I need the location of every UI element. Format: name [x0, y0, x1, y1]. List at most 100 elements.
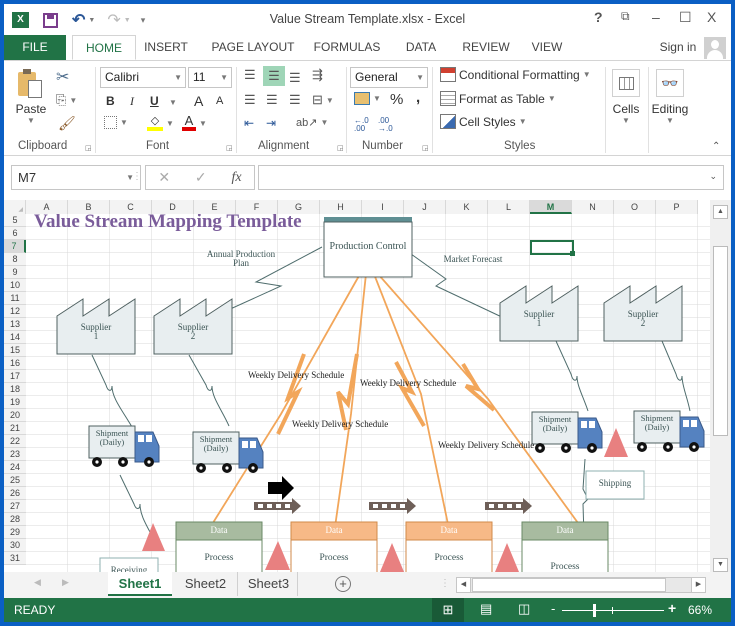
column-header-c[interactable]: C [110, 200, 152, 214]
row-header-29[interactable]: 29 [4, 526, 26, 539]
row-header-19[interactable]: 19 [4, 396, 26, 409]
tab-formulas[interactable]: FORMULAS [312, 35, 382, 60]
sheet-tab-sheet1[interactable]: Sheet1 [108, 572, 172, 596]
sheet-tab-sheet3[interactable]: Sheet3 [240, 572, 298, 596]
format-painter-icon[interactable]: 🖌 [58, 115, 76, 132]
accounting-format-button[interactable]: ▼ [354, 92, 381, 105]
vertical-scroll-thumb[interactable] [713, 246, 728, 436]
row-header-28[interactable]: 28 [4, 513, 26, 526]
row-header-14[interactable]: 14 [4, 331, 26, 344]
row-header-27[interactable]: 27 [4, 500, 26, 513]
row-header-18[interactable]: 18 [4, 383, 26, 396]
cell-styles-button[interactable]: Cell Styles ▼ [440, 114, 527, 129]
align-right-icon[interactable]: ☰ [289, 92, 301, 108]
row-header-17[interactable]: 17 [4, 370, 26, 383]
align-center-icon[interactable]: ☰ [266, 92, 278, 108]
sheet-tab-sheet2[interactable]: Sheet2 [174, 572, 238, 596]
increase-font-size-button[interactable]: A [194, 93, 203, 109]
row-header-16[interactable]: 16 [4, 357, 26, 370]
row-header-30[interactable]: 30 [4, 539, 26, 552]
column-header-o[interactable]: O [614, 200, 656, 214]
wrap-text-icon[interactable]: ⇶ [312, 67, 323, 83]
row-header-13[interactable]: 13 [4, 318, 26, 331]
name-box[interactable]: M7 ▼ [11, 165, 141, 190]
percent-style-button[interactable]: % [390, 91, 403, 108]
row-header-25[interactable]: 25 [4, 474, 26, 487]
bottom-align-icon[interactable]: ☰ [289, 70, 301, 86]
tab-page-layout[interactable]: PAGE LAYOUT [206, 35, 300, 60]
row-header-15[interactable]: 15 [4, 344, 26, 357]
column-header-j[interactable]: J [404, 200, 446, 214]
process-box[interactable] [290, 521, 378, 572]
column-header-a[interactable]: A [26, 200, 68, 214]
production-control-box[interactable] [323, 221, 413, 278]
row-header-12[interactable]: 12 [4, 305, 26, 318]
help-icon[interactable]: ? [594, 9, 603, 25]
number-format-combo[interactable]: General ▼ [350, 67, 428, 88]
sign-in-link[interactable]: Sign in [656, 35, 700, 60]
worksheet-grid[interactable]: ABCDEFGHIJKLMNOP 5 6 7 8 9 10 11 12 13 14 15 16 17 18… [4, 200, 731, 572]
align-left-icon[interactable]: ☰ [244, 92, 256, 108]
process-box[interactable] [175, 521, 263, 572]
zoom-out-button[interactable]: - [551, 601, 555, 616]
paste-dropdown-icon[interactable]: ▼ [12, 116, 50, 125]
row-header-7[interactable]: 7 [4, 240, 26, 253]
zoom-level[interactable]: 66% [688, 603, 712, 617]
prev-sheet-icon[interactable]: ◀ [34, 577, 41, 588]
column-header-g[interactable]: G [278, 200, 320, 214]
user-avatar-icon[interactable] [704, 37, 726, 59]
row-header-20[interactable]: 20 [4, 409, 26, 422]
normal-view-button[interactable]: ⊞ [432, 598, 464, 622]
row-header-31[interactable]: 31 [4, 552, 26, 565]
row-header-10[interactable]: 10 [4, 279, 26, 292]
expand-formula-bar-icon[interactable]: ⌄ [709, 171, 717, 182]
top-align-icon[interactable]: ☰ [244, 67, 256, 83]
merge-center-button[interactable]: ⊟ ▼ [312, 92, 334, 108]
column-header-n[interactable]: N [572, 200, 614, 214]
zoom-slider[interactable] [562, 604, 664, 617]
tab-data[interactable]: DATA [401, 35, 441, 60]
middle-align-icon[interactable]: ☰ [263, 66, 285, 86]
tab-insert[interactable]: INSERT [140, 35, 192, 60]
enter-icon[interactable]: ✓ [195, 169, 207, 186]
column-header-m[interactable]: M [530, 200, 572, 214]
select-all-corner[interactable]: ◢ [4, 200, 26, 214]
shipment-truck[interactable] [531, 411, 603, 453]
receiving-box[interactable] [99, 557, 159, 572]
fill-color-button[interactable]: ◇ ▼ [147, 115, 174, 131]
row-header-23[interactable]: 23 [4, 448, 26, 461]
horizontal-scrollbar[interactable]: ◀ ▶ [456, 577, 706, 593]
page-layout-view-button[interactable]: ▤ [480, 601, 492, 617]
ribbon-display-options-icon[interactable]: ⧉ [621, 9, 630, 24]
orientation-button[interactable]: ab↗ ▼ [296, 116, 328, 129]
formula-input[interactable]: ⌄ [258, 165, 724, 190]
scroll-left-button[interactable]: ◀ [457, 578, 471, 592]
font-color-button[interactable]: A ▼ [182, 114, 207, 131]
alignment-launcher-icon[interactable]: ◲ [337, 144, 344, 152]
increase-decimal-button[interactable]: ←.0.00 [354, 117, 372, 133]
maximize-icon[interactable]: ☐ [679, 9, 692, 26]
insert-function-icon[interactable]: fx [231, 170, 241, 186]
next-sheet-icon[interactable]: ▶ [62, 577, 69, 588]
decrease-decimal-button[interactable]: .00 →.0 [378, 117, 396, 133]
underline-dropdown-icon[interactable]: ▼ [169, 98, 177, 107]
zoom-slider-thumb[interactable] [592, 604, 596, 617]
bold-button[interactable]: B [106, 94, 115, 108]
number-launcher-icon[interactable]: ◲ [422, 144, 429, 152]
fill-handle[interactable] [570, 251, 575, 256]
column-header-k[interactable]: K [446, 200, 488, 214]
row-header-9[interactable]: 9 [4, 266, 26, 279]
column-header-d[interactable]: D [152, 200, 194, 214]
close-icon[interactable]: X [707, 9, 716, 25]
row-header-8[interactable]: 8 [4, 253, 26, 266]
editing-button[interactable]: 👓 Editing ▼ [650, 67, 690, 133]
row-header-22[interactable]: 22 [4, 435, 26, 448]
format-as-table-button[interactable]: Format as Table ▼ [440, 91, 556, 106]
column-header-p[interactable]: P [656, 200, 698, 214]
borders-button[interactable]: ▼ [104, 116, 128, 129]
scroll-down-button[interactable]: ▼ [713, 558, 728, 572]
font-name-combo[interactable]: Calibri ▼ [100, 67, 186, 88]
font-launcher-icon[interactable]: ◲ [226, 144, 233, 152]
font-size-combo[interactable]: 11 ▼ [188, 67, 232, 88]
minimize-icon[interactable]: – [652, 9, 660, 25]
